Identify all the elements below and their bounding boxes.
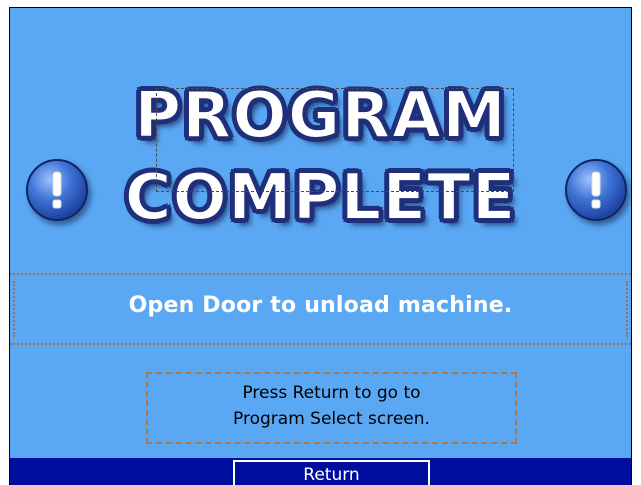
return-button[interactable]: Return — [233, 460, 430, 485]
title-area: PROGRAM COMPLETE — [10, 66, 631, 256]
program-complete-screen: PROGRAM COMPLETE Open Door to unload mac… — [9, 7, 632, 485]
title-line-complete: COMPLETE — [124, 161, 517, 235]
exclamation-icon — [565, 159, 627, 221]
hint-line-1: Press Return to go to — [242, 383, 421, 403]
message-panel: Open Door to unload machine. — [10, 273, 631, 345]
title-line-program: PROGRAM — [133, 79, 507, 153]
unload-message: Open Door to unload machine. — [128, 293, 513, 318]
hint-line-2: Program Select screen. — [233, 409, 430, 429]
hint-panel: Press Return to go to Program Select scr… — [146, 372, 517, 444]
bottom-bar: Return — [10, 458, 631, 485]
